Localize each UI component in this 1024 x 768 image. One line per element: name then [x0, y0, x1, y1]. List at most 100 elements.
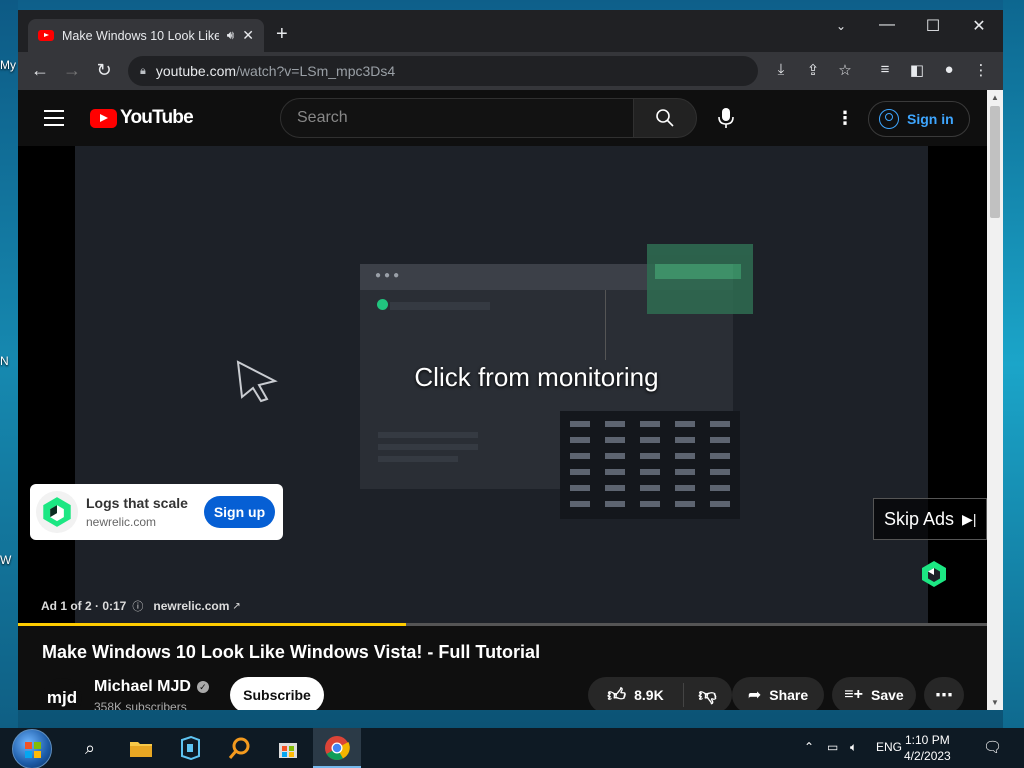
youtube-favicon-icon	[38, 30, 54, 41]
ad-progress-fill	[18, 623, 406, 626]
desktop-icon-label[interactable]: W	[0, 553, 11, 567]
save-label: Save	[870, 687, 904, 703]
save-button[interactable]: ≡+ Save	[832, 677, 916, 710]
network-icon[interactable]: ▭	[827, 740, 838, 754]
chrome-icon	[325, 736, 350, 761]
search-input[interactable]: Search	[280, 98, 634, 138]
page-scrollbar[interactable]: ▲ ▼	[987, 90, 1003, 710]
dislike-button[interactable]: 👎︎	[684, 684, 732, 706]
desktop-icon-label[interactable]: My	[0, 58, 16, 72]
media-controls-icon[interactable]: ≡	[874, 61, 896, 78]
share-label: Share	[769, 687, 809, 703]
system-clock[interactable]: 1:10 PM 4/2/2023	[904, 732, 951, 764]
video-player[interactable]: ●●● Click from monitoring Logs that scal…	[18, 146, 987, 626]
back-button[interactable]: ←	[29, 60, 51, 81]
like-dislike-group: 👍︎ 8.9K 👎︎	[588, 677, 732, 710]
ad-sign-up-button[interactable]: Sign up	[204, 496, 275, 528]
new-tab-button[interactable]: +	[276, 24, 288, 44]
like-button[interactable]: 👍︎ 8.9K	[589, 683, 684, 707]
start-button[interactable]	[12, 729, 52, 768]
share-arrow-icon: ➦	[747, 687, 762, 704]
url-host: youtube.com	[155, 63, 237, 79]
reload-button[interactable]: ↻	[93, 60, 115, 81]
browser-tab[interactable]: Make Windows 10 Look Like 🔊︎ ✕	[28, 19, 264, 52]
more-actions-button[interactable]: ⋯	[924, 677, 964, 710]
ad-count: Ad 1 of 2 · 0:17	[41, 599, 127, 613]
azure-data-studio-icon[interactable]	[175, 734, 205, 762]
ad-domain-link[interactable]: newrelic.com	[153, 599, 229, 613]
menu-icon[interactable]	[44, 110, 64, 126]
share-button[interactable]: ➦ Share	[732, 677, 824, 710]
channel-name-link[interactable]: Michael MJD ✓	[94, 678, 209, 696]
volume-icon[interactable]: 🔈︎	[850, 740, 857, 755]
desktop-icon-label[interactable]: N	[0, 354, 9, 368]
forward-button[interactable]: →	[61, 60, 83, 81]
lock-icon[interactable]: 🔒︎	[140, 65, 146, 78]
minimize-button[interactable]: —	[864, 16, 910, 34]
store-icon[interactable]	[273, 734, 303, 762]
desktop-right-edge	[1003, 0, 1024, 728]
skip-ads-button[interactable]: Skip Ads ▶|	[873, 498, 987, 540]
newrelic-logo-icon	[922, 561, 946, 587]
show-hidden-icons-chevron[interactable]: ⌃	[804, 740, 814, 754]
close-window-button[interactable]: ✕	[956, 16, 1002, 36]
channel-avatar[interactable]: mjd	[42, 678, 82, 710]
bookmark-star-icon[interactable]: ☆	[834, 61, 856, 79]
scroll-down-icon[interactable]: ▼	[991, 698, 999, 707]
youtube-header: YouTube Search ⋮ Sign in	[18, 90, 987, 146]
tab-search-chevron-icon[interactable]: ⌄	[818, 19, 864, 33]
settings-kebab-icon[interactable]: ⋮	[836, 108, 854, 129]
install-app-icon[interactable]: ⤓	[770, 61, 792, 78]
microphone-icon	[718, 108, 734, 128]
thumbs-up-icon: 👍︎	[607, 685, 627, 705]
skip-next-icon: ▶|	[962, 510, 977, 527]
ad-card-domain: newrelic.com	[86, 515, 157, 529]
address-bar[interactable]: 🔒︎ youtube.com/watch?v=LSm_mpc3Ds4	[128, 56, 758, 86]
search-button[interactable]	[633, 98, 697, 138]
tab-strip: Make Windows 10 Look Like 🔊︎ ✕ + ⌄ — ☐ ✕	[18, 10, 1003, 52]
search-icon[interactable]: ⌕	[75, 734, 105, 762]
speaker-icon[interactable]: 🔊︎	[227, 28, 235, 43]
info-icon[interactable]: ⓘ	[132, 598, 143, 614]
ad-illustration-table	[560, 411, 740, 519]
youtube-logo-text: YouTube	[120, 107, 194, 128]
share-page-icon[interactable]: ⇪	[802, 61, 824, 79]
more-horizontal-icon: ⋯	[935, 684, 953, 705]
thumbs-down-icon: 👎︎	[698, 685, 717, 705]
browser-menu-icon[interactable]: ⋮	[970, 61, 992, 79]
scroll-up-icon[interactable]: ▲	[991, 93, 999, 102]
side-panel-icon[interactable]: ◧	[906, 61, 928, 79]
taskbar: ⌕ ⌃ ▭ 🔈︎ ENG 1:10 PM 4/2/2023 🗨︎	[0, 728, 1024, 768]
browser-toolbar: ← → ↻ 🔒︎ youtube.com/watch?v=LSm_mpc3Ds4…	[18, 52, 1003, 90]
tab-close-icon[interactable]: ✕	[242, 27, 254, 44]
file-explorer-icon[interactable]	[126, 734, 156, 762]
chrome-taskbar-button[interactable]	[313, 728, 361, 768]
ad-illustration-card	[647, 244, 753, 314]
ad-companion-card[interactable]: Logs that scale newrelic.com Sign up	[30, 484, 283, 540]
page-content: YouTube Search ⋮ Sign in ●●● Click from …	[18, 90, 987, 710]
tab-title: Make Windows 10 Look Like	[62, 28, 219, 43]
ad-info-bar: Ad 1 of 2 · 0:17 ⓘ newrelic.com ↗	[41, 598, 241, 614]
subscribe-button[interactable]: Subscribe	[230, 677, 324, 710]
youtube-logo[interactable]: YouTube	[90, 107, 194, 129]
browser-window: Make Windows 10 Look Like 🔊︎ ✕ + ⌄ — ☐ ✕…	[18, 10, 1003, 710]
clock-date: 4/2/2023	[904, 749, 951, 763]
windows-logo-icon	[25, 742, 41, 758]
sign-in-button[interactable]: Sign in	[868, 101, 970, 137]
profile-icon[interactable]: ●	[938, 61, 960, 78]
notification-center-icon[interactable]: 🗨︎	[983, 738, 1002, 756]
maximize-button[interactable]: ☐	[910, 16, 956, 36]
ad-card-title: Logs that scale	[86, 495, 188, 511]
sign-in-label: Sign in	[907, 111, 954, 127]
ad-video-frame[interactable]: ●●● Click from monitoring	[75, 146, 946, 624]
video-title: Make Windows 10 Look Like Windows Vista!…	[42, 642, 541, 662]
scroll-thumb[interactable]	[990, 106, 1000, 218]
url-path: /watch?v=LSm_mpc3Ds4	[236, 63, 396, 79]
newrelic-logo-icon	[36, 491, 78, 533]
status-dot	[377, 299, 388, 310]
language-indicator[interactable]: ENG	[876, 740, 902, 754]
external-link-icon: ↗	[232, 600, 241, 612]
search-everything-icon[interactable]	[224, 734, 254, 762]
voice-search-button[interactable]	[706, 98, 746, 138]
ad-progress-bar[interactable]	[18, 623, 987, 626]
